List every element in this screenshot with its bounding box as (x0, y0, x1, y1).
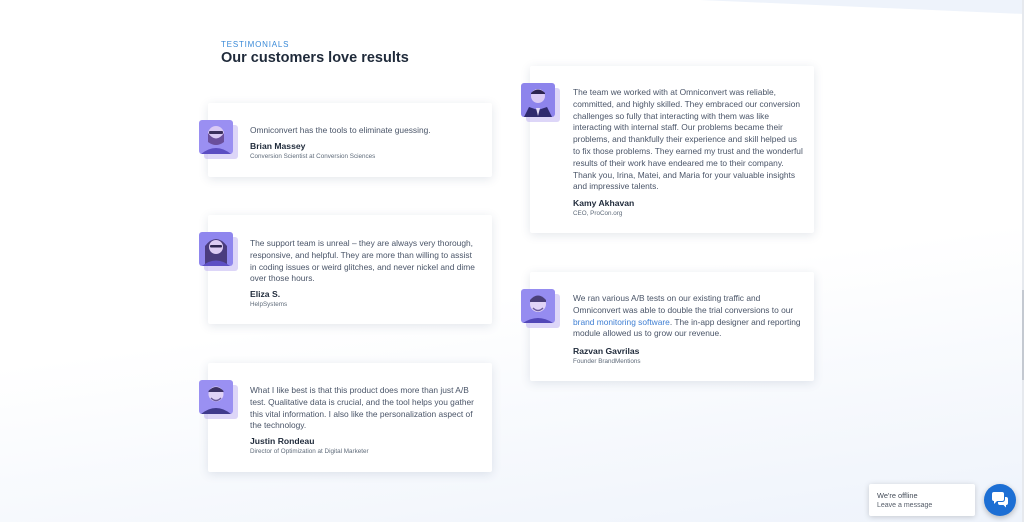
testimonial-author: Justin Rondeau (250, 436, 315, 446)
avatar (199, 232, 233, 266)
testimonial-quote: The team we worked with at Omniconvert w… (573, 87, 803, 192)
testimonial-quote: The support team is unreal – they are al… (250, 238, 475, 284)
person-icon (521, 289, 555, 323)
avatar (521, 289, 555, 323)
person-icon (199, 120, 233, 154)
avatar (199, 380, 233, 414)
testimonial-quote: What I like best is that this product do… (250, 385, 474, 431)
testimonial-quote: Omniconvert has the tools to eliminate g… (250, 125, 431, 135)
testimonial-role: HelpSystems (250, 301, 288, 308)
testimonials-section: TESTIMONIALS Our customers love results … (0, 0, 1024, 522)
testimonial-quote: We ran various A/B tests on our existing… (573, 293, 803, 340)
person-icon (199, 380, 233, 414)
testimonial-role: Founder BrandMentions (573, 358, 641, 365)
avatar (199, 120, 233, 154)
section-title: Our customers love results (221, 50, 409, 66)
quote-text: We ran various A/B tests on our existing… (573, 293, 794, 315)
person-icon (521, 83, 555, 117)
testimonial-author: Razvan Gavrilas (573, 346, 640, 356)
testimonial-card-brian (208, 103, 492, 177)
testimonial-role: Conversion Scientist at Conversion Scien… (250, 153, 376, 160)
testimonial-role: Director of Optimization at Digital Mark… (250, 448, 369, 455)
testimonial-author: Kamy Akhavan (573, 198, 635, 208)
testimonial-role: CEO, ProCon.org (573, 210, 623, 217)
avatar (521, 83, 555, 117)
testimonial-author: Brian Massey (250, 141, 306, 151)
testimonial-author: Eliza S. (250, 289, 281, 299)
section-eyebrow: TESTIMONIALS (221, 40, 290, 49)
brand-monitoring-link[interactable]: brand monitoring software (573, 317, 670, 327)
person-icon (199, 232, 233, 266)
